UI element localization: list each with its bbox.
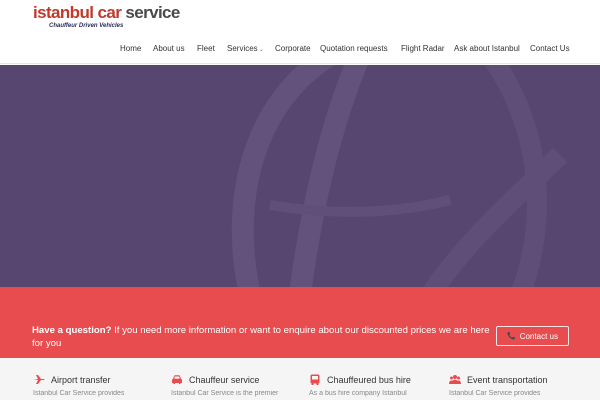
phone-icon: 📞	[507, 333, 516, 340]
nav-item-ask-about-istanbul[interactable]: Ask about Istanbul	[454, 43, 520, 55]
nav-item-flight-radar[interactable]: Flight Radar	[401, 43, 445, 55]
service-title: Event transportation	[467, 374, 548, 385]
nav-item-home[interactable]: Home	[120, 43, 141, 55]
hero-banner	[0, 65, 600, 287]
airplane-icon	[34, 375, 45, 384]
service-description: Istanbul Car Service provides	[33, 390, 125, 397]
nav-item-services-label: Services	[227, 44, 258, 53]
question-heading: Have a question?	[32, 325, 112, 336]
hero-watermark-graphic	[231, 65, 568, 287]
service-event-transportation[interactable]: Event transportation Istanbul Car Servic…	[449, 374, 573, 397]
service-description: Istanbul Car Service is the premier	[171, 390, 279, 397]
service-bus-hire[interactable]: Chauffeured bus hire As a bus hire compa…	[309, 374, 433, 397]
logo-word-car: car	[97, 3, 122, 22]
service-airport-transfer[interactable]: Airport transfer Istanbul Car Service pr…	[33, 374, 157, 398]
chevron-down-icon: ⌄	[258, 47, 264, 53]
service-description: Istanbul Car Service provides	[449, 390, 541, 397]
nav-item-quotation-requests[interactable]: Quotation requests	[320, 43, 388, 55]
nav-item-fleet[interactable]: Fleet	[197, 43, 215, 55]
service-description: As a bus hire company Istanbul	[309, 390, 407, 397]
nav-item-services[interactable]: Services⌄	[227, 43, 264, 56]
services-strip: Airport transfer Istanbul Car Service pr…	[0, 358, 600, 400]
car-icon	[172, 375, 182, 384]
service-title: Chauffeured bus hire	[327, 374, 411, 385]
service-title: Airport transfer	[51, 374, 111, 385]
question-text: Have a question? If you need more inform…	[32, 324, 492, 350]
question-banner: Have a question? If you need more inform…	[0, 287, 600, 358]
site-logo[interactable]: istanbul car service Chauffeur Driven Ve…	[33, 4, 180, 30]
site-header: istanbul car service Chauffeur Driven Ve…	[0, 0, 600, 64]
contact-us-button-label: Contact us	[519, 331, 558, 341]
nav-item-corporate[interactable]: Corporate	[275, 43, 311, 55]
logo-tagline: Chauffeur Driven Vehicles	[49, 23, 124, 29]
logo-word-istanbul: istanbul	[33, 3, 94, 22]
nav-item-about-us[interactable]: About us	[153, 43, 185, 55]
bus-icon	[310, 374, 320, 385]
logo-word-service: service	[125, 3, 180, 22]
service-title: Chauffeur service	[189, 374, 260, 385]
group-icon	[449, 375, 461, 384]
nav-item-contact-us[interactable]: Contact Us	[530, 43, 570, 55]
contact-us-button[interactable]: 📞 Contact us	[496, 326, 569, 346]
service-chauffeur[interactable]: Chauffeur service Istanbul Car Service i…	[171, 374, 295, 398]
logo-title: istanbul car service	[33, 4, 180, 22]
